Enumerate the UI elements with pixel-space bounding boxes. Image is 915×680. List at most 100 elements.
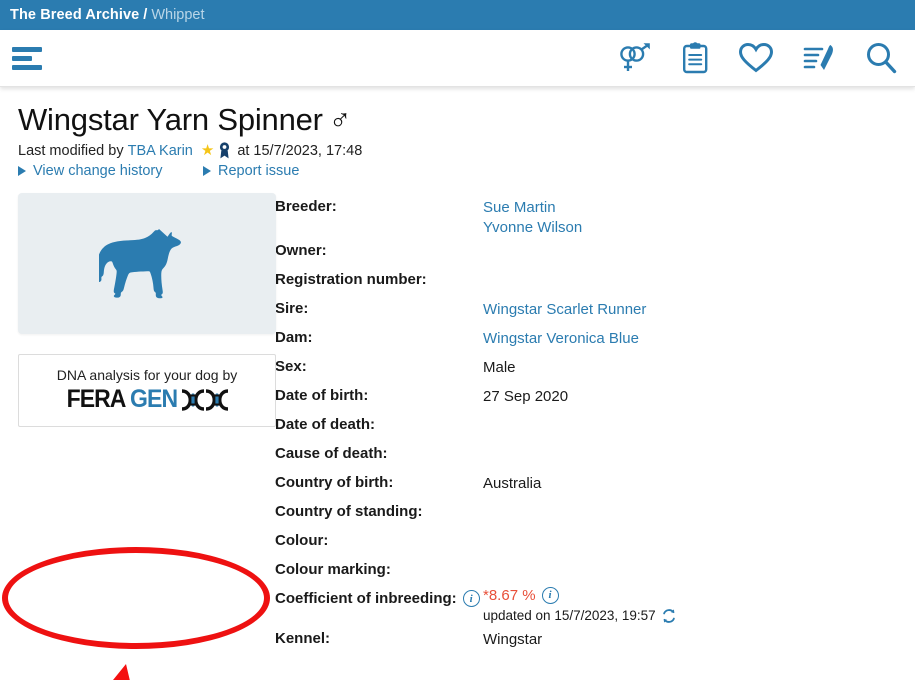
coefficient-of-inbreeding-row: Coefficient of inbreeding: i *8.67 % i updat… [275, 585, 915, 625]
detail-value-text: Australia [483, 475, 542, 492]
red-ellipse-annotation [2, 547, 270, 649]
dog-details-table: Breeder: Sue Martin Yvonne Wilson Owner: Reg… [275, 193, 915, 654]
detail-row: Dam: Wingstar Veronica Blue [275, 324, 915, 353]
info-icon[interactable]: i [541, 587, 559, 604]
info-icon[interactable]: i [462, 590, 480, 607]
coi-value-line: *8.67 % i [483, 586, 677, 605]
view-change-history-label: View change history [33, 163, 163, 179]
kennel-row: Kennel: Wingstar [275, 625, 915, 654]
detail-row: Country of birth: Australia [275, 469, 915, 498]
heart-icon[interactable] [739, 43, 773, 73]
detail-label: Date of birth: [275, 387, 369, 404]
action-link-row: View change history Report issue [18, 163, 915, 179]
left-column: DNA analysis for your dog by FERA GEN [0, 193, 276, 680]
triangle-bullet-icon [18, 166, 26, 176]
main-navbar [0, 30, 915, 87]
detail-row: Registration number: [275, 266, 915, 295]
dog-photo-placeholder[interactable] [18, 193, 276, 334]
detail-row: Owner: [275, 237, 915, 266]
detail-value: 27 Sep 2020 [483, 382, 568, 406]
kennel-value: Wingstar [483, 631, 543, 648]
detail-row: Date of birth: 27 Sep 2020 [275, 382, 915, 411]
breadcrumb-separator: / [143, 7, 148, 23]
detail-value-link[interactable]: Wingstar Scarlet Runner [483, 300, 646, 319]
detail-value-text: Male [483, 359, 516, 376]
red-arrow-annotation [50, 655, 180, 680]
triangle-bullet-icon [203, 166, 211, 176]
modified-at-timestamp: 15/7/2023, 17:48 [253, 142, 363, 159]
detail-value: Wingstar Scarlet Runner [483, 295, 646, 319]
detail-row: Breeder: Sue Martin Yvonne Wilson [275, 193, 915, 237]
hamburger-bar-1 [12, 46, 42, 52]
report-issue-link[interactable]: Report issue [203, 163, 299, 179]
dna-helix-icon [179, 388, 230, 411]
modified-at-prefix: at [237, 142, 250, 159]
detail-label: Colour: [275, 532, 329, 549]
breadcrumb-bar: The Breed Archive / Whippet [0, 0, 915, 30]
main-two-column: DNA analysis for your dog by FERA GEN Br… [0, 193, 915, 680]
coi-label-text: Coefficient of inbreeding: [275, 590, 457, 607]
male-sex-symbol-icon: ♂ [328, 104, 352, 137]
last-modified-prefix: Last modified by [18, 142, 124, 159]
kennel-label: Kennel: [275, 630, 331, 647]
edit-icon[interactable] [803, 43, 835, 73]
detail-value: Australia [483, 469, 541, 493]
detail-label: Dam: [275, 329, 313, 346]
hamburger-menu-icon[interactable] [12, 45, 48, 71]
feragen-logo: FERA GEN [64, 385, 230, 414]
feragen-logo-gen: GEN [129, 385, 178, 413]
detail-value-text: 27 Sep 2020 [483, 388, 569, 405]
feragen-ad-banner[interactable]: DNA analysis for your dog by FERA GEN [18, 354, 276, 427]
hamburger-bar-3 [12, 64, 42, 70]
detail-row: Colour marking: [275, 556, 915, 585]
dog-name: Wingstar Yarn Spinner [18, 102, 323, 137]
coi-percentage: *8.67 % [483, 587, 536, 604]
detail-row: Date of death: [275, 411, 915, 440]
right-column: Breeder: Sue Martin Yvonne Wilson Owner: Reg… [275, 193, 915, 654]
detail-label: Registration number: [275, 271, 427, 288]
detail-label: Country of standing: [275, 503, 423, 520]
detail-value: Male [483, 353, 516, 377]
search-icon[interactable] [865, 42, 897, 74]
detail-label: Owner: [275, 242, 327, 259]
clipboard-icon[interactable] [682, 42, 709, 74]
detail-value-link[interactable]: Sue Martin [483, 198, 582, 218]
detail-label: Breeder: [275, 198, 337, 215]
detail-value: Sue Martin Yvonne Wilson [483, 193, 582, 237]
coi-updated-text: updated on 15/7/2023, 19:57 [483, 608, 656, 623]
refresh-icon[interactable] [661, 608, 677, 624]
detail-label: Colour marking: [275, 561, 391, 578]
detail-label: Sex: [275, 358, 307, 375]
modified-by-user-link[interactable]: TBA Karin [128, 143, 193, 159]
coi-value-block: *8.67 % i updated on 15/7/2023, 19:57 [483, 585, 677, 625]
navbar-icon-group [618, 42, 897, 74]
whippet-silhouette-icon [99, 228, 195, 300]
detail-value-link[interactable]: Wingstar Veronica Blue [483, 329, 639, 348]
mating-icon[interactable] [618, 42, 652, 74]
detail-row: Sex: Male [275, 353, 915, 382]
ad-tagline: DNA analysis for your dog by [56, 367, 238, 383]
coi-label: Coefficient of inbreeding: i [275, 585, 483, 607]
detail-row: Cause of death: [275, 440, 915, 469]
page-title: Wingstar Yarn Spinner ♂ [18, 101, 915, 139]
detail-row: Colour: [275, 527, 915, 556]
breadcrumb-root[interactable]: The Breed Archive [10, 7, 139, 23]
report-issue-label: Report issue [218, 163, 300, 179]
award-ribbon-badge-icon [218, 142, 231, 159]
breadcrumb-breed[interactable]: Whippet [151, 7, 204, 23]
star-badge-icon: ★ [200, 142, 215, 159]
detail-value-link[interactable]: Yvonne Wilson [483, 218, 582, 238]
detail-label: Date of death: [275, 416, 376, 433]
view-change-history-link[interactable]: View change history [18, 163, 203, 179]
detail-value: Wingstar Veronica Blue [483, 324, 639, 348]
detail-row: Country of standing: [275, 498, 915, 527]
last-modified-line: Last modified by TBA Karin ★ at 15/7/202… [18, 142, 915, 159]
detail-label: Country of birth: [275, 474, 394, 491]
hamburger-bar-2 [12, 55, 32, 61]
detail-label: Sire: [275, 300, 309, 317]
feragen-logo-fera: FERA [66, 385, 126, 413]
page-content: Wingstar Yarn Spinner ♂ Last modified by … [0, 87, 915, 680]
detail-label: Cause of death: [275, 445, 388, 462]
detail-row: Sire: Wingstar Scarlet Runner [275, 295, 915, 324]
coi-updated-line: updated on 15/7/2023, 19:57 [483, 606, 677, 625]
